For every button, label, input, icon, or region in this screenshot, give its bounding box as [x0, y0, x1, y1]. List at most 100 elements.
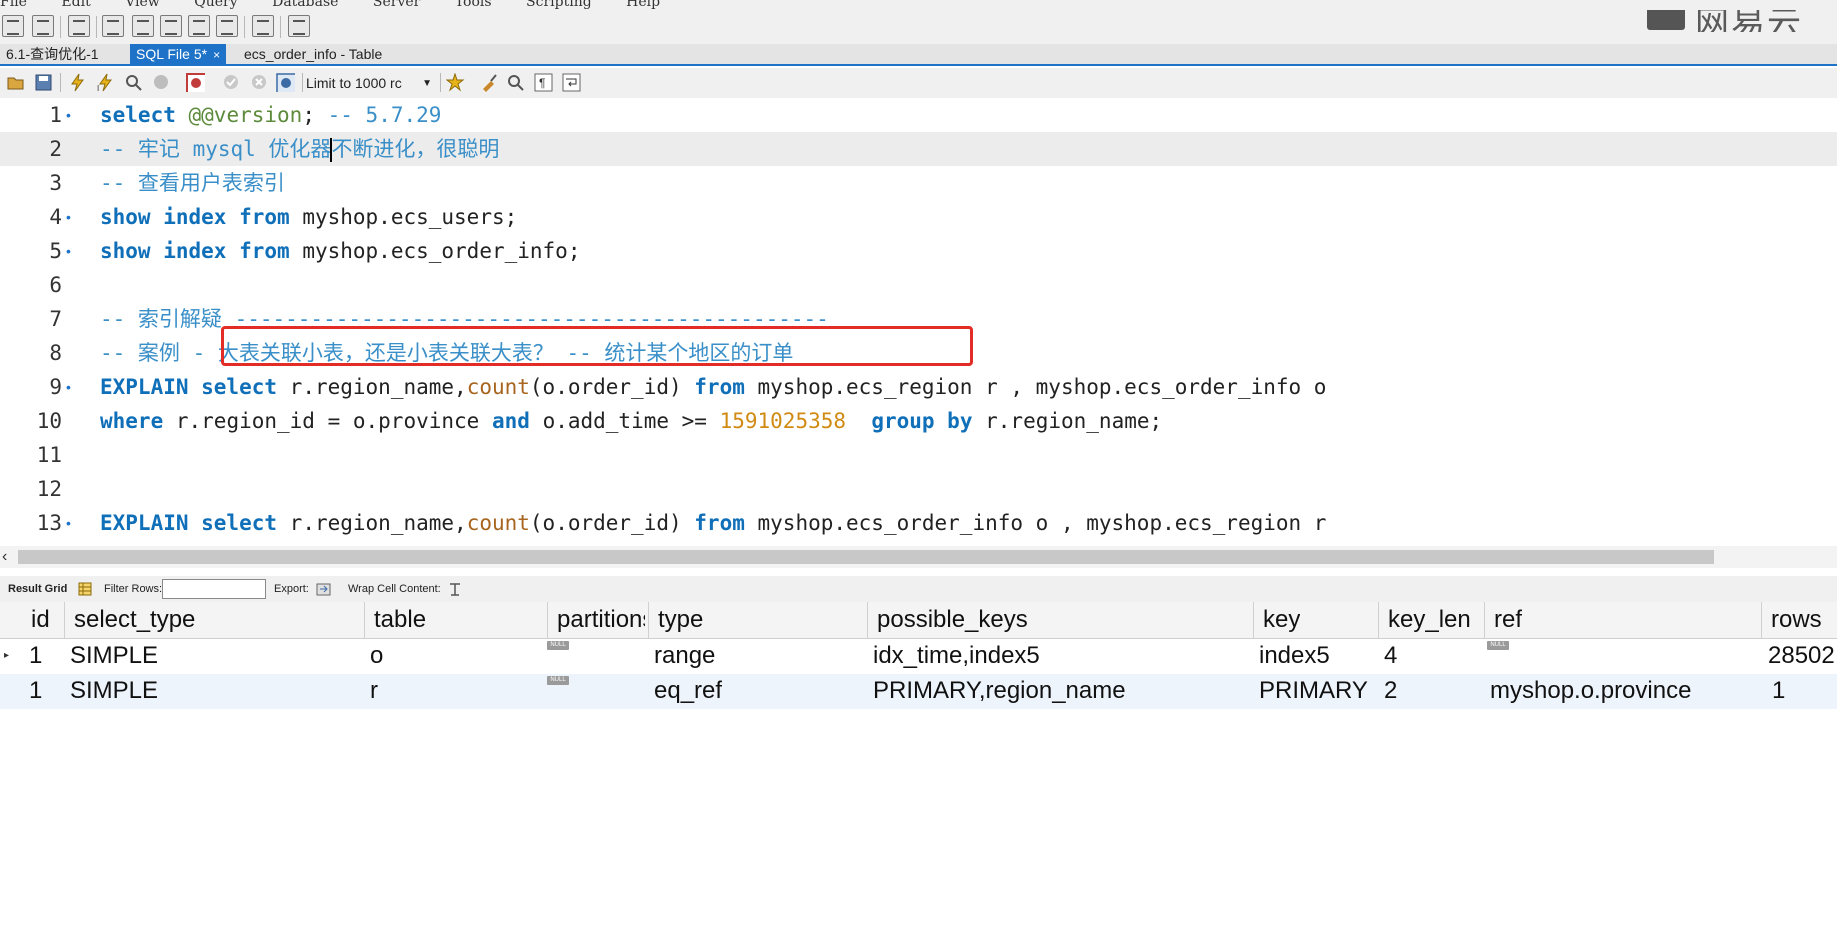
- cell-possible-keys[interactable]: idx_time,index5: [873, 639, 1040, 673]
- column-divider[interactable]: [64, 602, 65, 638]
- explain-magnifier-icon[interactable]: [124, 73, 143, 92]
- cell-ref[interactable]: myshop.o.province: [1490, 674, 1691, 708]
- editor-horizontal-scrollbar[interactable]: ‹: [0, 546, 1837, 568]
- menu-database[interactable]: Database: [272, 0, 338, 10]
- table-row[interactable]: 1 SIMPLE r NULL eq_ref PRIMARY,region_na…: [0, 674, 1837, 709]
- cell-key[interactable]: PRIMARY: [1259, 674, 1368, 708]
- menu-tools[interactable]: Tools: [455, 0, 492, 10]
- column-header-key[interactable]: key: [1263, 603, 1300, 637]
- line-number: 3: [49, 171, 62, 195]
- column-header-ref[interactable]: ref: [1494, 603, 1522, 637]
- save-icon[interactable]: [34, 73, 53, 92]
- column-divider[interactable]: [1484, 602, 1485, 638]
- column-header-key-len[interactable]: key_len: [1388, 603, 1471, 637]
- menu-help[interactable]: Help: [626, 0, 660, 10]
- cell-key-len[interactable]: 4: [1384, 639, 1397, 673]
- cell-table[interactable]: o: [370, 639, 383, 673]
- menu-edit[interactable]: Edit: [61, 0, 90, 10]
- column-header-type[interactable]: type: [658, 603, 703, 637]
- result-grid[interactable]: id select_type table partitions type pos…: [0, 602, 1837, 933]
- cell-select-type[interactable]: SIMPLE: [70, 639, 158, 673]
- statement-marker-icon: •: [66, 515, 71, 531]
- search-table-data-icon[interactable]: [252, 15, 274, 37]
- menu-view[interactable]: View: [125, 0, 160, 10]
- code-line-11: 11: [0, 438, 1837, 472]
- grid-view-icon[interactable]: [78, 582, 92, 596]
- cell-type[interactable]: eq_ref: [654, 674, 722, 708]
- execute-lightning-icon[interactable]: [68, 73, 87, 92]
- filter-rows-input[interactable]: [162, 579, 266, 599]
- column-header-rows[interactable]: rows: [1771, 603, 1822, 637]
- sql-editor[interactable]: 1 • select @@version; -- 5.7.29 2 -- 牢记 …: [0, 98, 1837, 546]
- chevron-down-icon: ▼: [422, 78, 432, 89]
- column-divider[interactable]: [364, 602, 365, 638]
- create-view-icon[interactable]: [160, 15, 182, 37]
- scroll-left-icon[interactable]: ‹: [2, 546, 7, 568]
- column-header-select-type[interactable]: select_type: [74, 603, 195, 637]
- column-header-id[interactable]: id: [31, 603, 50, 637]
- column-divider[interactable]: [648, 602, 649, 638]
- reconnect-icon[interactable]: [288, 15, 310, 37]
- stop-icon[interactable]: [152, 73, 171, 92]
- toggle-continue-on-error-icon[interactable]: [186, 73, 205, 92]
- cell-rows[interactable]: 1: [1772, 674, 1785, 708]
- column-divider[interactable]: [1761, 602, 1762, 638]
- cell-table[interactable]: r: [370, 674, 378, 708]
- cell-key-len[interactable]: 2: [1384, 674, 1397, 708]
- column-header-possible-keys[interactable]: possible_keys: [877, 603, 1028, 637]
- beautify-broom-icon[interactable]: [480, 73, 499, 92]
- rollback-icon[interactable]: [250, 73, 269, 92]
- result-grid-label[interactable]: Result Grid: [8, 576, 67, 602]
- column-divider[interactable]: [547, 602, 548, 638]
- commit-icon[interactable]: [222, 73, 241, 92]
- cell-select-type[interactable]: SIMPLE: [70, 674, 158, 708]
- menu-file[interactable]: File: [0, 0, 27, 10]
- cell-id[interactable]: 1: [29, 674, 42, 708]
- create-table-icon[interactable]: [132, 15, 154, 37]
- cell-rows[interactable]: 28502: [1768, 639, 1837, 673]
- create-procedure-icon[interactable]: [188, 15, 210, 37]
- statement-marker-icon: •: [66, 209, 71, 225]
- new-sql-tab-icon[interactable]: [2, 15, 24, 37]
- inspector-icon[interactable]: [68, 15, 90, 37]
- null-badge[interactable]: NULL: [547, 641, 569, 650]
- open-folder-icon[interactable]: [6, 73, 25, 92]
- column-divider[interactable]: [1378, 602, 1379, 638]
- scrollbar-thumb[interactable]: [18, 550, 1714, 564]
- menu-scripting[interactable]: Scripting: [526, 0, 592, 10]
- column-divider[interactable]: [867, 602, 868, 638]
- menu-server[interactable]: Server: [373, 0, 420, 10]
- column-header-table[interactable]: table: [374, 603, 426, 637]
- column-divider[interactable]: [1253, 602, 1254, 638]
- tab-ecs-order-info-table[interactable]: ecs_order_info - Table: [238, 44, 388, 64]
- create-function-icon[interactable]: [216, 15, 238, 37]
- column-header-partitions[interactable]: partitions: [557, 603, 645, 637]
- word-wrap-icon[interactable]: [562, 73, 581, 92]
- statement-marker-icon: •: [66, 107, 71, 123]
- find-replace-icon[interactable]: [506, 73, 525, 92]
- add-snippet-star-icon[interactable]: [446, 73, 465, 92]
- cell-key[interactable]: index5: [1259, 639, 1330, 673]
- close-icon[interactable]: ×: [213, 48, 220, 62]
- cell-type[interactable]: range: [654, 639, 715, 673]
- create-schema-icon[interactable]: [102, 15, 124, 37]
- limit-rows-select[interactable]: Limit to 1000 rc ▼: [306, 74, 432, 93]
- export-icon[interactable]: [316, 581, 332, 597]
- table-row[interactable]: ▸ 1 SIMPLE o NULL range idx_time,index5 …: [0, 639, 1837, 674]
- null-badge[interactable]: NULL: [547, 676, 569, 685]
- invisible-chars-icon[interactable]: ¶: [534, 73, 553, 92]
- wrap-cell-content-icon[interactable]: [448, 581, 462, 597]
- cell-id[interactable]: 1: [29, 639, 42, 673]
- code-text: where r.region_id = o.province and o.add…: [100, 409, 1163, 433]
- limit-rows-value: Limit to 1000 rc: [306, 75, 402, 91]
- svg-text:¶: ¶: [539, 76, 545, 90]
- tab-sql-file-5[interactable]: SQL File 5* ×: [130, 44, 227, 64]
- code-line-1: 1 • select @@version; -- 5.7.29: [0, 98, 1837, 132]
- cell-possible-keys[interactable]: PRIMARY,region_name: [873, 674, 1126, 708]
- execute-current-icon[interactable]: I: [96, 73, 115, 92]
- open-sql-file-icon[interactable]: [32, 15, 54, 37]
- menu-query[interactable]: Query: [194, 0, 237, 10]
- null-badge[interactable]: NULL: [1487, 641, 1509, 650]
- tab-query-1[interactable]: 6.1-查询优化-1: [0, 44, 105, 64]
- auto-commit-toggle-icon[interactable]: [276, 73, 295, 92]
